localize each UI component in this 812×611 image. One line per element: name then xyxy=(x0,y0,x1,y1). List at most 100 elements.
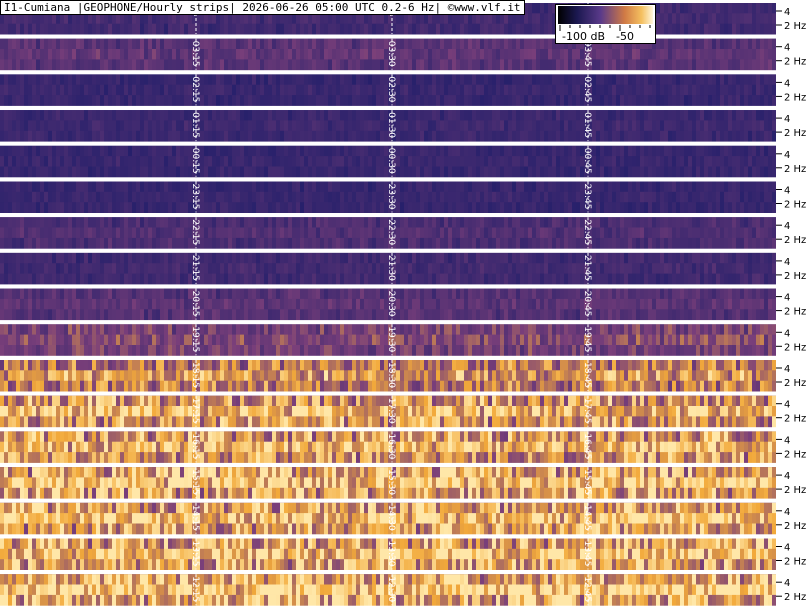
spectro-cell xyxy=(692,74,696,86)
spectro-cell xyxy=(84,59,88,71)
spectro-cell xyxy=(740,202,744,213)
spectro-cell xyxy=(60,145,64,157)
spectro-cell xyxy=(388,23,392,35)
spectro-cell xyxy=(512,252,516,264)
spectro-cell xyxy=(752,95,756,106)
spectro-cell xyxy=(744,237,748,249)
spectro-cell xyxy=(304,145,308,157)
spectro-cell xyxy=(160,120,164,132)
spectro-cell xyxy=(576,120,580,132)
spectro-cell xyxy=(260,130,264,142)
spectro-cell xyxy=(472,49,476,60)
spectro-cell xyxy=(172,145,176,157)
spectro-cell xyxy=(504,95,508,106)
spectro-cell xyxy=(304,156,308,167)
spectro-cell xyxy=(64,38,68,50)
spectro-cell xyxy=(60,95,64,106)
spectro-cell xyxy=(380,227,384,239)
spectro-cell xyxy=(368,202,372,213)
spectro-cell xyxy=(728,84,732,96)
spectro-cell xyxy=(672,120,676,132)
spectro-cell xyxy=(408,23,412,35)
spectro-cell xyxy=(728,252,732,264)
spectro-cell xyxy=(744,273,748,285)
spectro-cell xyxy=(320,38,324,50)
spectro-cell xyxy=(764,273,768,285)
spectro-cell xyxy=(348,49,352,60)
spectro-cell xyxy=(436,110,440,121)
spectro-cell xyxy=(536,252,540,264)
spectro-cell xyxy=(104,298,108,310)
spectro-cell xyxy=(52,217,56,228)
spectro-cell xyxy=(724,120,728,132)
spectro-cell xyxy=(688,217,692,228)
spectro-cell xyxy=(208,95,212,106)
spectro-cell xyxy=(360,227,364,239)
spectro-cell xyxy=(380,217,384,228)
spectro-cell xyxy=(132,156,136,167)
spectro-cell xyxy=(28,181,32,193)
spectro-cell xyxy=(448,217,452,228)
spectro-cell xyxy=(124,227,128,239)
spectro-cell xyxy=(28,298,32,310)
spectro-cell xyxy=(172,288,176,300)
spectro-cell xyxy=(748,120,752,132)
spectro-cell xyxy=(204,84,208,96)
spectro-cell xyxy=(180,49,184,60)
spectro-cell xyxy=(268,95,272,106)
spectro-cell xyxy=(8,74,12,86)
spectro-cell xyxy=(360,59,364,71)
spectro-cell xyxy=(152,166,156,178)
spectro-cell xyxy=(640,95,644,106)
spectro-cell xyxy=(160,191,164,203)
spectro-cell xyxy=(772,145,776,157)
spectro-cell xyxy=(672,263,676,274)
spectro-cell xyxy=(244,273,248,285)
spectro-cell xyxy=(180,156,184,167)
spectro-cell xyxy=(16,84,20,96)
spectro-cell xyxy=(476,273,480,285)
spectro-cell xyxy=(720,84,724,96)
spectro-cell xyxy=(476,181,480,193)
spectro-cell xyxy=(688,49,692,60)
spectro-cell xyxy=(344,84,348,96)
spectro-cell xyxy=(280,202,284,213)
spectro-cell xyxy=(688,263,692,274)
spectro-cell xyxy=(548,110,552,121)
spectro-cell xyxy=(236,110,240,121)
spectro-cell xyxy=(124,166,128,178)
spectro-cell xyxy=(308,59,312,71)
spectro-cell xyxy=(736,191,740,203)
spectro-cell xyxy=(316,84,320,96)
spectro-cell xyxy=(636,263,640,274)
spectro-cell xyxy=(720,74,724,86)
spectro-cell xyxy=(424,156,428,167)
spectro-cell xyxy=(88,202,92,213)
spectro-cell xyxy=(160,202,164,213)
spectro-cell xyxy=(436,273,440,285)
spectro-cell xyxy=(112,166,116,178)
spectro-cell xyxy=(444,59,448,71)
spectro-cell xyxy=(320,181,324,193)
spectro-cell xyxy=(744,191,748,203)
spectro-cell xyxy=(652,130,656,142)
spectro-cell xyxy=(652,95,656,106)
spectro-cell xyxy=(544,227,548,239)
spectro-cell xyxy=(544,49,548,60)
spectro-cell xyxy=(576,145,580,157)
spectro-cell xyxy=(68,227,72,239)
spectro-cell xyxy=(500,191,504,203)
spectro-cell xyxy=(304,84,308,96)
spectro-cell xyxy=(540,3,544,14)
spectro-cell xyxy=(216,145,220,157)
spectro-cell xyxy=(88,263,92,274)
spectro-cell xyxy=(572,156,576,167)
spectro-cell xyxy=(524,263,528,274)
spectro-cell xyxy=(612,237,616,249)
spectro-cell xyxy=(668,110,672,121)
spectro-cell xyxy=(640,273,644,285)
spectro-cell xyxy=(724,38,728,50)
spectro-cell xyxy=(100,156,104,167)
spectro-cell xyxy=(40,38,44,50)
spectro-cell xyxy=(644,130,648,142)
